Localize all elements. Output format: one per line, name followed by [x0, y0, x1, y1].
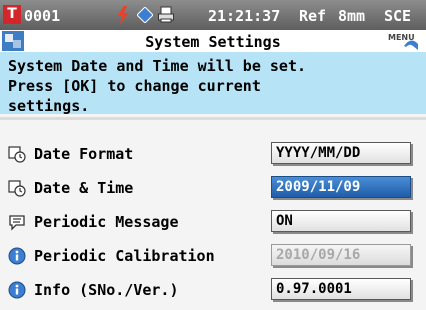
setting-row-date-format[interactable]: Date Format YYYY/MM/DD — [0, 140, 426, 174]
clock-time: 21:21:37 — [208, 7, 281, 25]
back-arrow-icon[interactable] — [402, 38, 420, 50]
settings-list: Date Format YYYY/MM/DD Date & Time 2009/… — [0, 140, 426, 310]
setting-label: Periodic Calibration — [34, 247, 215, 265]
periodic-message-value[interactable]: ON — [271, 210, 411, 232]
printer-icon — [158, 6, 174, 23]
device-screen: T 0001 21:21:37 Ref 8mm SCE System Setti… — [0, 0, 426, 310]
diamond-icon — [137, 7, 153, 23]
message-line: Press [OK] to change current — [8, 77, 261, 95]
specular-mode-indicator: SCE — [384, 7, 412, 25]
message-line: System Date and Time will be set. — [8, 57, 307, 75]
setting-label: Periodic Message — [34, 213, 179, 231]
periodic-calibration-value: 2010/09/16 — [271, 244, 411, 266]
page-title: System Settings — [145, 33, 281, 51]
lightning-icon — [117, 6, 129, 24]
setting-label: Info (SNo./Ver.) — [34, 281, 179, 299]
speech-bubble-icon — [9, 215, 25, 231]
clock-settings-icon — [8, 180, 26, 197]
info-icon — [8, 247, 26, 265]
instruction-message: System Date and Time will be set. Press … — [0, 52, 426, 115]
title-bar: System Settings MENU — [0, 30, 426, 52]
measurement-number: 0001 — [24, 7, 61, 25]
setting-label: Date Format — [34, 145, 134, 163]
clock-settings-icon — [8, 146, 26, 163]
info-value[interactable]: 0.97.0001 — [271, 278, 411, 300]
setting-row-date-time[interactable]: Date & Time 2009/11/09 — [0, 174, 426, 208]
reference-indicator: Ref — [299, 7, 327, 25]
status-bar: T 0001 21:21:37 Ref 8mm SCE — [0, 0, 426, 30]
date-format-value[interactable]: YYYY/MM/DD — [271, 142, 411, 164]
info-icon — [8, 281, 26, 299]
setting-row-periodic-calibration: Periodic Calibration 2010/09/16 — [0, 242, 426, 276]
aperture-indicator: 8mm — [338, 7, 366, 25]
setting-label: Date & Time — [34, 179, 134, 197]
setting-row-info[interactable]: Info (SNo./Ver.) 0.97.0001 — [0, 276, 426, 310]
divider — [0, 117, 426, 120]
target-badge-icon: T — [3, 5, 21, 24]
setting-row-periodic-message[interactable]: Periodic Message ON — [0, 208, 426, 242]
date-time-value[interactable]: 2009/11/09 — [271, 176, 411, 198]
message-line: settings. — [8, 97, 90, 115]
